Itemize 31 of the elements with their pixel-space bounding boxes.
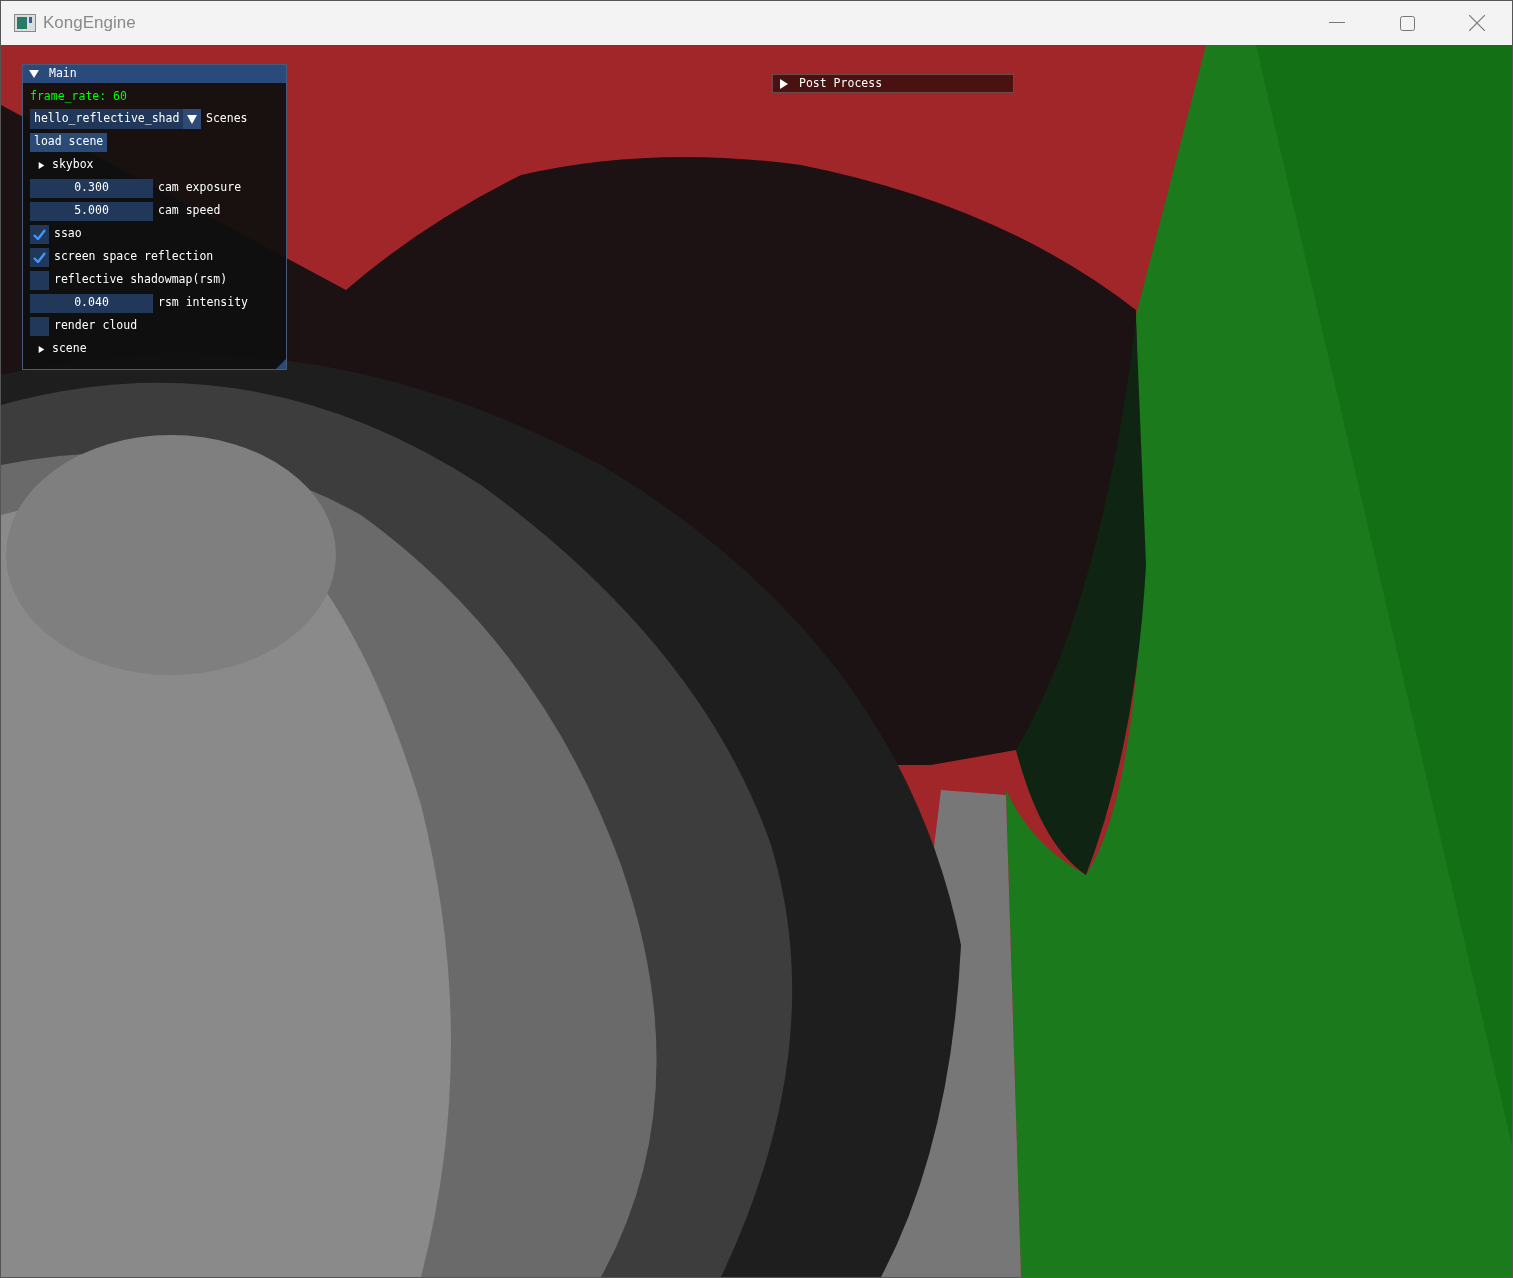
resize-grip-icon[interactable] [276, 359, 286, 369]
checkbox[interactable] [30, 224, 49, 244]
caret-icon [187, 114, 197, 124]
load-scene-button[interactable]: load scene [30, 132, 108, 152]
close-icon [1469, 15, 1485, 31]
field-label: cam speed [158, 202, 221, 220]
drag-number-field[interactable]: 0.040 [30, 293, 153, 313]
drag-number-field[interactable]: 0.300 [30, 178, 153, 198]
scene-dropdown[interactable]: hello_reflective_shad [30, 109, 201, 129]
drag-number-field[interactable]: 5.000 [30, 201, 153, 221]
checkmark-icon [33, 228, 46, 240]
frame-rate-text: frame_rate: 60 [30, 87, 128, 105]
field-label: rsm intensity [158, 294, 248, 312]
checkbox[interactable] [30, 270, 49, 290]
app-icon [14, 14, 36, 32]
checkbox[interactable] [30, 316, 49, 336]
checkbox-label: render cloud [54, 317, 138, 335]
checkmark-icon [33, 251, 46, 263]
checkbox-label: screen space reflection [54, 248, 214, 266]
panel-header[interactable]: Main [23, 65, 286, 83]
maximize-icon [1399, 15, 1415, 31]
field-label: cam exposure [158, 179, 242, 197]
post-process-header[interactable]: Post Process [772, 74, 1014, 93]
checkbox[interactable] [30, 247, 49, 267]
window-title: KongEngine [43, 12, 136, 35]
dropdown-label: Scenes [206, 110, 248, 128]
checkbox-label: ssao [54, 225, 82, 243]
minimize-icon [1329, 22, 1345, 24]
checkbox-label: reflective shadowmap(rsm) [54, 271, 228, 289]
tree-node[interactable]: scene [30, 339, 286, 359]
tree-node[interactable]: skybox [30, 155, 286, 175]
